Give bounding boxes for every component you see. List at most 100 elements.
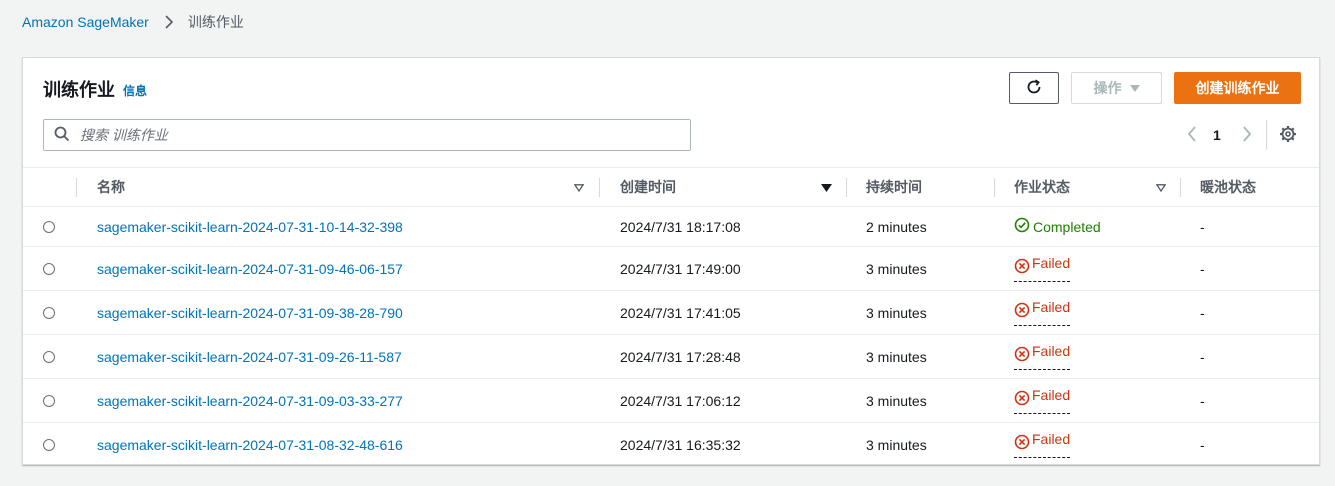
warm-pool-status: -: [1200, 436, 1205, 453]
column-header-duration[interactable]: 持续时间: [846, 167, 994, 207]
sort-caret-icon: [1155, 179, 1167, 195]
status-badge[interactable]: Failed: [1014, 299, 1071, 326]
warm-pool-cell: -: [1180, 247, 1319, 291]
chevron-right-icon: [1242, 125, 1252, 145]
training-jobs-panel: 训练作业 信息 操作 创建训练作业 1: [22, 57, 1320, 465]
table-settings-button[interactable]: [1278, 125, 1298, 145]
table-row[interactable]: sagemaker-scikit-learn-2024-07-31-10-14-…: [23, 207, 1319, 247]
refresh-icon: [1025, 78, 1043, 99]
column-header-name[interactable]: 名称: [76, 167, 599, 207]
created-time: 2024/7/31 16:35:32: [620, 436, 741, 453]
duration: 3 minutes: [866, 436, 927, 453]
info-link[interactable]: 信息: [123, 82, 147, 99]
row-select-radio[interactable]: [43, 306, 55, 319]
status-badge[interactable]: Failed: [1014, 431, 1071, 459]
table-row[interactable]: sagemaker-scikit-learn-2024-07-31-09-03-…: [23, 379, 1319, 423]
warm-pool-status: -: [1200, 260, 1205, 277]
created-time: 2024/7/31 17:28:48: [620, 348, 741, 365]
select-cell: [23, 291, 76, 335]
created-cell: 2024/7/31 18:17:08: [599, 207, 846, 247]
x-circle-icon: [1014, 299, 1030, 321]
created-cell: 2024/7/31 17:41:05: [599, 291, 846, 335]
next-page-button[interactable]: [1239, 124, 1255, 146]
search-icon: [44, 126, 78, 145]
table-row[interactable]: sagemaker-scikit-learn-2024-07-31-09-38-…: [23, 291, 1319, 335]
warm-pool-status: -: [1200, 348, 1205, 365]
column-divider: [599, 178, 600, 197]
breadcrumb-current: 训练作业: [187, 14, 244, 30]
select-cell: [23, 379, 76, 423]
status-badge[interactable]: Failed: [1014, 343, 1071, 370]
training-job-link[interactable]: sagemaker-scikit-learn-2024-07-31-09-38-…: [97, 305, 403, 321]
table-header-row: 名称 创建时间 持续时间 作业状态 暖池状态: [23, 167, 1319, 207]
status-cell: Failed: [994, 247, 1180, 291]
status-badge[interactable]: Failed: [1014, 387, 1071, 414]
training-job-link[interactable]: sagemaker-scikit-learn-2024-07-31-10-14-…: [97, 219, 403, 235]
status-label: Failed: [1032, 255, 1071, 271]
column-divider: [846, 178, 847, 197]
training-job-link[interactable]: sagemaker-scikit-learn-2024-07-31-09-26-…: [97, 349, 402, 365]
created-cell: 2024/7/31 17:49:00: [599, 247, 846, 291]
duration-cell: 3 minutes: [846, 379, 994, 423]
column-divider: [76, 178, 77, 197]
search-bar: [43, 119, 691, 151]
duration-cell: 3 minutes: [846, 247, 994, 291]
column-header-created-label: 创建时间: [620, 179, 676, 195]
refresh-button[interactable]: [1009, 72, 1059, 104]
duration: 3 minutes: [866, 348, 927, 365]
page-number[interactable]: 1: [1213, 127, 1221, 143]
x-circle-icon: [1014, 255, 1030, 277]
select-cell: [23, 423, 76, 467]
actions-dropdown-button[interactable]: 操作: [1071, 72, 1162, 104]
warm-pool-cell: -: [1180, 291, 1319, 335]
breadcrumb: Amazon SageMaker 训练作业: [22, 12, 244, 32]
row-select-radio[interactable]: [43, 438, 55, 451]
table-row[interactable]: sagemaker-scikit-learn-2024-07-31-09-46-…: [23, 247, 1319, 291]
status-cell: Failed: [994, 423, 1180, 467]
created-cell: 2024/7/31 16:35:32: [599, 423, 846, 467]
breadcrumb-sagemaker-link[interactable]: Amazon SageMaker: [22, 14, 149, 30]
name-cell: sagemaker-scikit-learn-2024-07-31-10-14-…: [76, 207, 599, 247]
created-time: 2024/7/31 17:49:00: [620, 260, 741, 277]
row-select-radio[interactable]: [43, 220, 55, 233]
column-header-warm-pool-label: 暖池状态: [1200, 179, 1256, 195]
x-circle-icon: [1014, 387, 1030, 409]
column-header-created[interactable]: 创建时间: [599, 167, 846, 207]
name-cell: sagemaker-scikit-learn-2024-07-31-09-46-…: [76, 247, 599, 291]
gear-icon: [1279, 125, 1297, 146]
duration-cell: 3 minutes: [846, 291, 994, 335]
select-cell: [23, 247, 76, 291]
caret-down-icon: [1129, 80, 1140, 96]
select-column-header: [23, 167, 76, 207]
actions-label: 操作: [1093, 80, 1122, 96]
column-header-status[interactable]: 作业状态: [994, 167, 1180, 207]
status-badge[interactable]: Failed: [1014, 255, 1071, 282]
column-header-warm-pool[interactable]: 暖池状态: [1180, 167, 1319, 207]
duration: 2 minutes: [866, 218, 927, 235]
row-select-radio[interactable]: [43, 394, 55, 407]
chevron-right-icon: [162, 14, 176, 30]
table-row[interactable]: sagemaker-scikit-learn-2024-07-31-09-26-…: [23, 335, 1319, 379]
duration: 3 minutes: [866, 260, 927, 277]
column-divider: [994, 178, 995, 197]
row-select-radio[interactable]: [43, 262, 55, 275]
row-select-radio[interactable]: [43, 350, 55, 363]
x-circle-icon: [1014, 431, 1030, 453]
name-cell: sagemaker-scikit-learn-2024-07-31-09-38-…: [76, 291, 599, 335]
created-cell: 2024/7/31 17:28:48: [599, 335, 846, 379]
created-time: 2024/7/31 17:41:05: [620, 304, 741, 321]
training-job-link[interactable]: sagemaker-scikit-learn-2024-07-31-09-46-…: [97, 261, 403, 277]
table-row[interactable]: sagemaker-scikit-learn-2024-07-31-08-32-…: [23, 423, 1319, 467]
create-training-job-button[interactable]: 创建训练作业: [1174, 72, 1301, 104]
column-header-name-label: 名称: [97, 179, 125, 195]
status-badge: Completed: [1014, 217, 1101, 236]
status-label: Failed: [1032, 299, 1071, 315]
status-label: Failed: [1032, 387, 1071, 403]
sort-caret-icon: [821, 179, 832, 195]
previous-page-button[interactable]: [1184, 124, 1200, 146]
warm-pool-cell: -: [1180, 379, 1319, 423]
training-job-link[interactable]: sagemaker-scikit-learn-2024-07-31-08-32-…: [97, 437, 403, 453]
search-input[interactable]: [78, 126, 662, 144]
check-circle-icon: [1014, 217, 1030, 236]
training-job-link[interactable]: sagemaker-scikit-learn-2024-07-31-09-03-…: [97, 393, 403, 409]
